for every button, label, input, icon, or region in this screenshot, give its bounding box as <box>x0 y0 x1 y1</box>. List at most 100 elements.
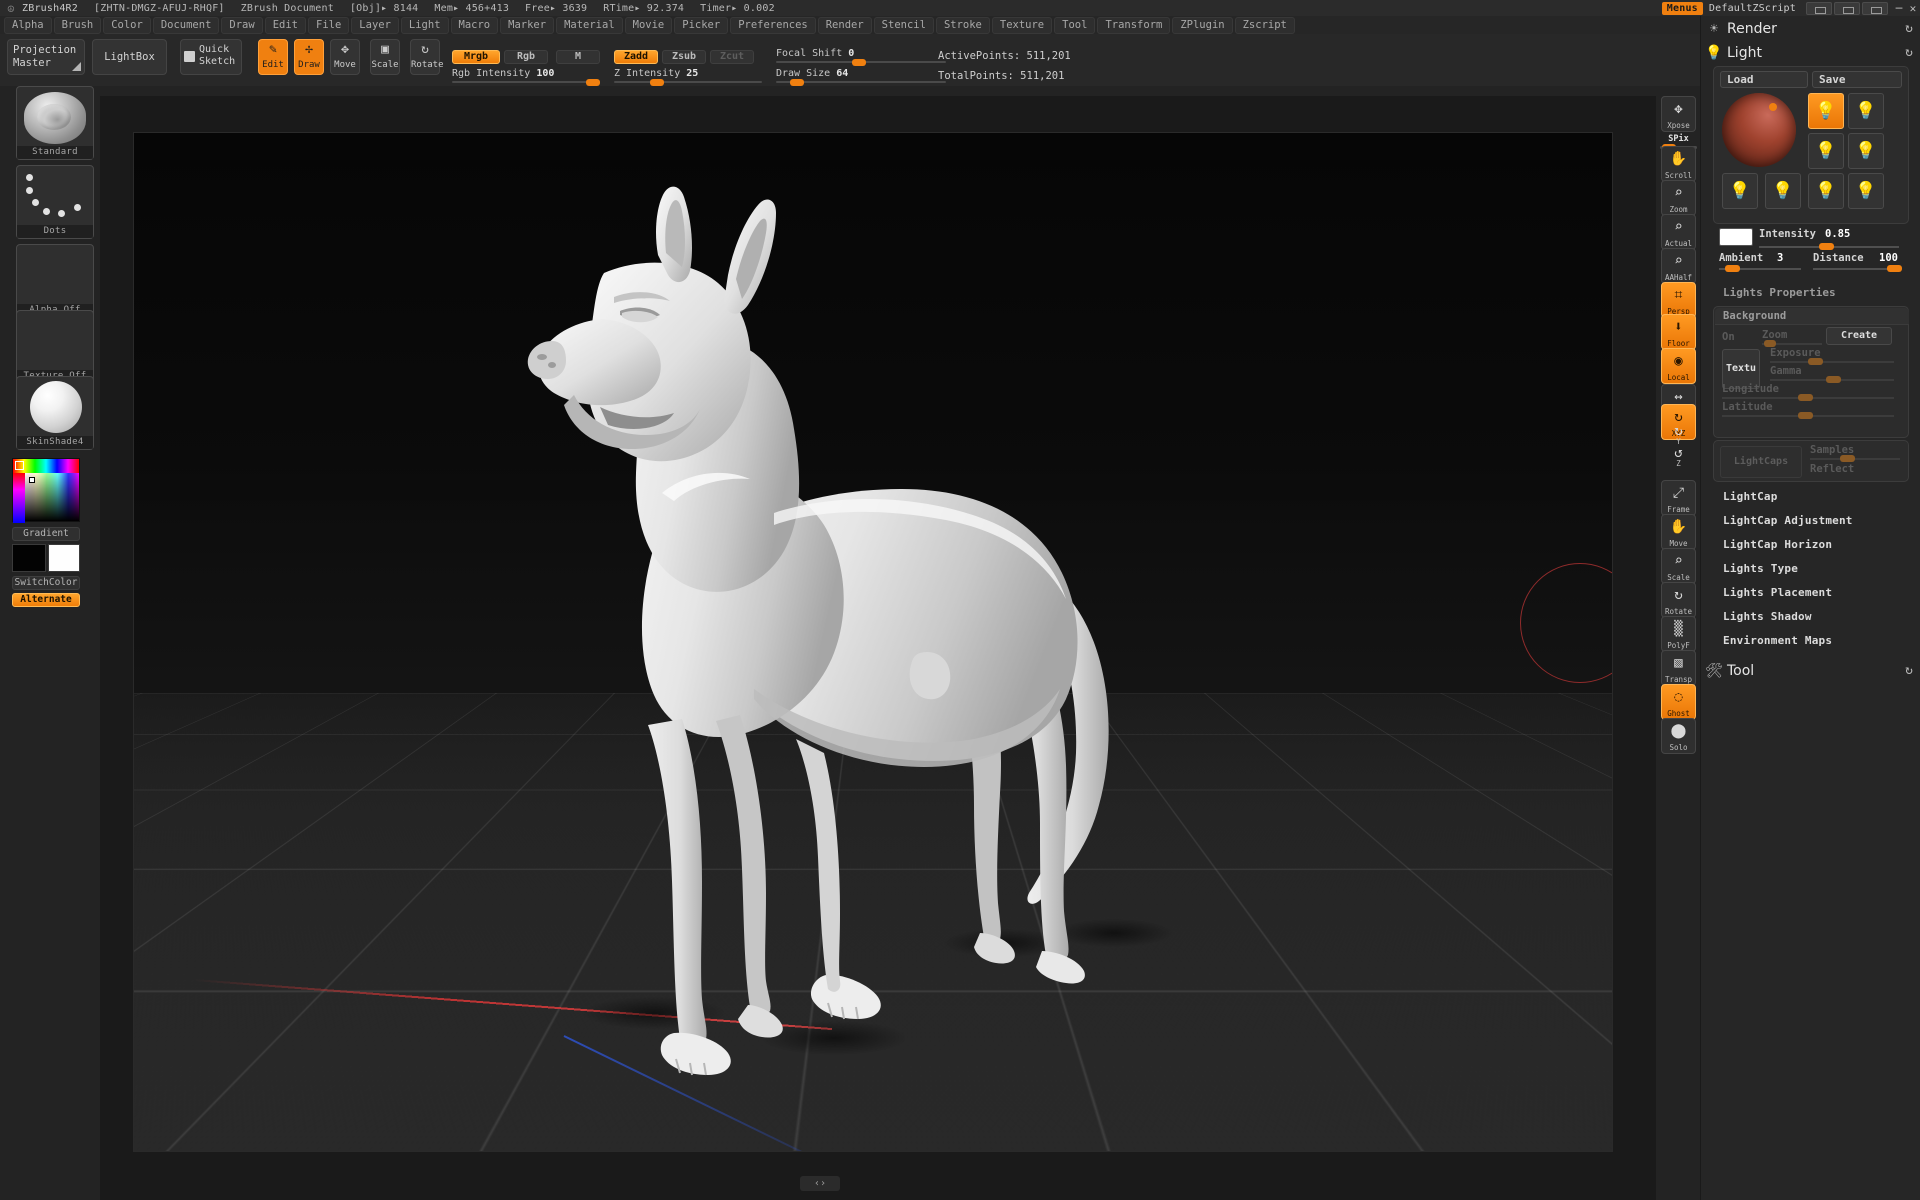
menu-item-brush[interactable]: Brush <box>54 17 102 34</box>
rtool-polyf-button[interactable]: ▒ PolyF <box>1661 616 1696 652</box>
distance-knob[interactable] <box>1887 265 1902 272</box>
create-button[interactable]: Create <box>1826 327 1892 345</box>
longitude-track[interactable] <box>1722 397 1894 399</box>
menu-item-color[interactable]: Color <box>103 17 151 34</box>
scale-mode-button[interactable]: ▣ Scale <box>370 39 400 75</box>
rpanel-menu-lights-shadow[interactable]: Lights Shadow <box>1723 610 1812 623</box>
light-slot-8[interactable]: 💡 <box>1848 173 1884 209</box>
window-layout-3-icon[interactable] <box>1862 2 1888 15</box>
rtool-z-button[interactable]: ↺ Z <box>1661 446 1696 466</box>
render-palette-header[interactable]: ☀ Render ↻ <box>1701 16 1920 42</box>
draw-size-knob[interactable] <box>790 79 804 86</box>
rgb-intensity-knob[interactable] <box>586 79 600 86</box>
texture-selector[interactable]: Texture Off <box>16 310 94 384</box>
menu-item-marker[interactable]: Marker <box>500 17 554 34</box>
rtool-scroll-button[interactable]: ✋ Scroll <box>1661 146 1696 182</box>
menu-item-document[interactable]: Document <box>153 17 220 34</box>
zcut-toggle[interactable]: Zcut <box>710 50 754 64</box>
zadd-toggle[interactable]: Zadd <box>614 50 658 64</box>
rgb-intensity-track[interactable] <box>452 81 600 83</box>
rtool-rotate-button[interactable]: ↻ Rotate <box>1661 582 1696 618</box>
rtool-local-button[interactable]: ◉ Local <box>1661 348 1696 384</box>
rtool-aahalf-button[interactable]: ⌕ AAHalf <box>1661 248 1696 284</box>
rtool-solo-button[interactable]: ⬤ Solo <box>1661 718 1696 754</box>
gamma-track[interactable] <box>1770 379 1894 381</box>
render-reset-icon[interactable]: ↻ <box>1905 21 1913 36</box>
edit-mode-button[interactable]: ✎ Edit <box>258 39 288 75</box>
intensity-knob[interactable] <box>1819 243 1834 250</box>
menu-item-material[interactable]: Material <box>556 17 623 34</box>
rpanel-menu-lightcap-horizon[interactable]: LightCap Horizon <box>1723 538 1832 551</box>
rtool-ghost-button[interactable]: ◌ Ghost <box>1661 684 1696 720</box>
menu-item-picker[interactable]: Picker <box>674 17 728 34</box>
light-reset-icon[interactable]: ↻ <box>1905 45 1913 60</box>
exposure-knob[interactable] <box>1808 358 1823 365</box>
light-slot-5[interactable]: 💡 <box>1722 173 1758 209</box>
distance-track[interactable] <box>1813 268 1901 270</box>
rtool-actual-button[interactable]: ⌕ Actual <box>1661 214 1696 250</box>
light-slot-2[interactable]: 💡 <box>1848 93 1884 129</box>
save-button[interactable]: Save <box>1812 71 1902 88</box>
light-palette-header[interactable]: 💡 Light ↻ <box>1701 40 1920 66</box>
menus-button[interactable]: Menus <box>1662 2 1703 15</box>
primary-color-swatch[interactable] <box>12 544 46 572</box>
exposure-track[interactable] <box>1770 361 1894 363</box>
rpanel-menu-lightcap-adjustment[interactable]: LightCap Adjustment <box>1723 514 1853 527</box>
canvas-scroll-handle[interactable]: ‹› <box>800 1176 840 1191</box>
mrgb-toggle[interactable]: Mrgb <box>452 50 500 64</box>
draw-mode-button[interactable]: ✢ Draw <box>294 39 324 75</box>
lightcaps-button[interactable]: LightCaps <box>1720 446 1802 478</box>
menu-item-zplugin[interactable]: ZPlugin <box>1172 17 1232 34</box>
rtool-scale-button[interactable]: ⌕ Scale <box>1661 548 1696 584</box>
menu-item-tool[interactable]: Tool <box>1054 17 1095 34</box>
stroke-selector[interactable]: Dots <box>16 165 94 239</box>
menu-item-zscript[interactable]: Zscript <box>1235 17 1295 34</box>
lightbox-button[interactable]: LightBox <box>92 39 167 75</box>
zscript-label[interactable]: DefaultZScript <box>1709 3 1796 14</box>
projection-master-button[interactable]: Projection Master <box>7 39 85 75</box>
focal-shift-slider[interactable]: Focal Shift 0 <box>776 48 956 59</box>
canvas-area[interactable] <box>100 96 1656 1174</box>
rpanel-menu-lights-placement[interactable]: Lights Placement <box>1723 586 1832 599</box>
rpanel-menu-lightcap[interactable]: LightCap <box>1723 490 1778 503</box>
window-layout-2-icon[interactable] <box>1834 2 1860 15</box>
menu-item-draw[interactable]: Draw <box>221 17 262 34</box>
menu-item-light[interactable]: Light <box>401 17 449 34</box>
window-layout-1-icon[interactable] <box>1806 2 1832 15</box>
menu-item-layer[interactable]: Layer <box>351 17 399 34</box>
menu-item-texture[interactable]: Texture <box>992 17 1052 34</box>
light-color-swatch[interactable] <box>1719 228 1753 246</box>
rtool-zoom-button[interactable]: ⌕ Zoom <box>1661 180 1696 216</box>
m-toggle[interactable]: M <box>556 50 600 64</box>
background-subheader[interactable]: Background <box>1715 308 1909 325</box>
menu-item-file[interactable]: File <box>308 17 349 34</box>
light-slot-3[interactable]: 💡 <box>1808 133 1844 169</box>
focal-shift-track[interactable] <box>776 61 946 63</box>
hue-marker[interactable] <box>15 461 24 470</box>
hue-vertical-strip[interactable] <box>13 473 25 523</box>
menu-item-macro[interactable]: Macro <box>451 17 499 34</box>
rgb-toggle[interactable]: Rgb <box>504 50 548 64</box>
light-slot-6[interactable]: 💡 <box>1765 173 1801 209</box>
draw-size-slider[interactable]: Draw Size 64 <box>776 68 956 79</box>
minimize-icon[interactable]: ─ <box>1892 2 1906 15</box>
samples-knob[interactable] <box>1840 455 1855 462</box>
menu-item-movie[interactable]: Movie <box>625 17 673 34</box>
load-button[interactable]: Load <box>1720 71 1808 88</box>
intensity-track[interactable] <box>1759 246 1899 248</box>
zoom-track[interactable] <box>1762 343 1822 345</box>
brush-selector[interactable]: Standard <box>16 86 94 160</box>
alternate-button[interactable]: Alternate <box>12 593 80 607</box>
secondary-color-swatch[interactable] <box>48 544 80 572</box>
menu-item-stroke[interactable]: Stroke <box>936 17 990 34</box>
latitude-track[interactable] <box>1722 415 1894 417</box>
light-slot-4[interactable]: 💡 <box>1848 133 1884 169</box>
rtool-move-button[interactable]: ✋ Move <box>1661 514 1696 550</box>
gradient-button[interactable]: Gradient <box>12 527 80 541</box>
close-icon[interactable]: ✕ <box>1906 2 1920 15</box>
on-label[interactable]: On <box>1722 331 1735 343</box>
switch-color-button[interactable]: SwitchColor <box>12 576 80 590</box>
light-preview-sphere[interactable] <box>1722 93 1796 167</box>
menu-item-alpha[interactable]: Alpha <box>4 17 52 34</box>
longitude-knob[interactable] <box>1798 394 1813 401</box>
